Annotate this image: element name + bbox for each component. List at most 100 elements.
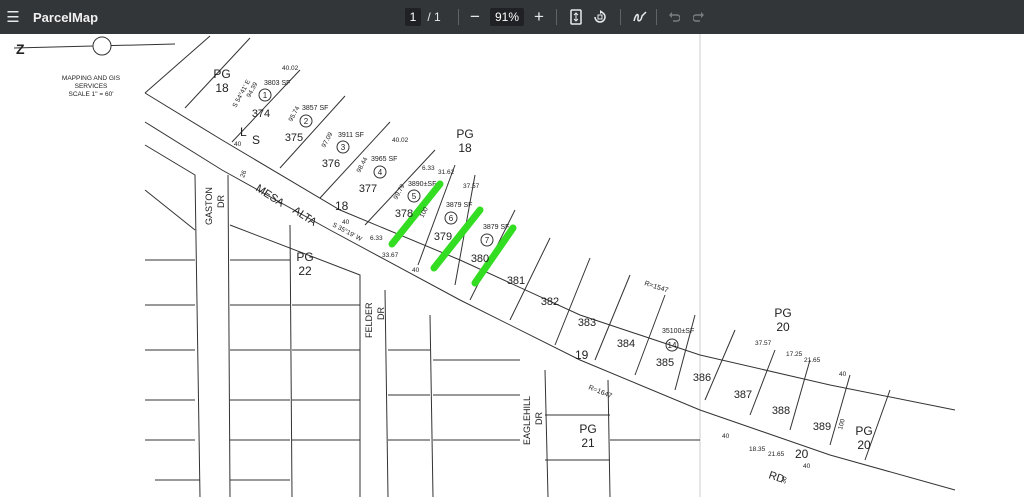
lot-number: 376 <box>322 158 340 170</box>
dimension: 99.79 <box>393 183 407 201</box>
document-viewport[interactable]: MAPPING AND GIS SERVICES SCALE 1" = 60' … <box>0 34 1024 497</box>
street-label: DR <box>534 412 544 425</box>
parcel-number: 14 <box>668 341 677 350</box>
dimension: 31.62 <box>438 169 455 176</box>
hamburger-menu-icon[interactable]: ☰ <box>4 0 22 34</box>
toolbar-divider <box>620 9 621 25</box>
zoom-out-button[interactable]: − <box>468 0 482 34</box>
tract-label: 20 <box>795 447 809 461</box>
dimension: 40 <box>722 433 730 440</box>
lot-number: 384 <box>617 338 635 350</box>
street-label: DR <box>216 195 226 208</box>
lot-number: 387 <box>734 389 752 401</box>
dimension: 21.65 <box>768 451 785 458</box>
dimension: 40 <box>839 371 847 378</box>
page-ref: 18 <box>215 81 229 95</box>
page-total: / 1 <box>424 0 444 34</box>
legend-line: MAPPING AND GIS <box>62 75 121 82</box>
dimension: 17.25 <box>786 351 803 358</box>
dimension: 40 <box>234 141 242 148</box>
lot-number: 374 <box>252 108 270 120</box>
page-separator: / <box>427 10 431 24</box>
parcel-number: 4 <box>378 168 383 177</box>
parcel-number: 6 <box>449 214 454 223</box>
page-ref: 18 <box>458 141 472 155</box>
page-references: PG 18 PG 18 PG 22 PG 20 PG 21 PG 20 <box>213 67 872 452</box>
page-total-count: 1 <box>434 10 441 24</box>
map-legend: MAPPING AND GIS SERVICES SCALE 1" = 60' <box>62 75 121 98</box>
legend-line: SCALE 1" = 60' <box>69 91 114 98</box>
tract-label: S <box>252 133 260 147</box>
dimension: 26 <box>239 169 248 179</box>
dimension: 40 <box>803 463 811 470</box>
lot-number: 378 <box>395 208 413 220</box>
area-label: 3879 SF <box>483 224 509 231</box>
page-ref: 20 <box>776 320 790 334</box>
dimension: 33.67 <box>382 252 399 259</box>
parcel-number: 7 <box>485 236 490 245</box>
highlight-marks <box>388 180 517 287</box>
dimension: 40 <box>342 219 350 226</box>
page-ref: 22 <box>298 264 312 278</box>
tract-label: 18 <box>335 199 349 213</box>
lot-number: 385 <box>656 357 674 369</box>
redo-button[interactable] <box>692 0 706 34</box>
annotate-button[interactable] <box>632 0 648 34</box>
area-label: 3965 SF <box>371 156 397 163</box>
zoom-in-button[interactable]: + <box>532 0 546 34</box>
dimension: 40.02 <box>392 137 409 144</box>
lot-number: 389 <box>813 421 831 433</box>
page-ref: PG <box>213 67 230 81</box>
area-label: 3911 SF <box>338 132 364 139</box>
dimension: 98.44 <box>356 156 370 174</box>
fit-page-button[interactable] <box>568 0 584 34</box>
street-label: DR <box>376 307 386 320</box>
lot-number: 375 <box>285 132 303 144</box>
dimension: 30 <box>780 475 789 484</box>
parcel-number: 5 <box>412 192 417 201</box>
area-label: 3879 SF <box>446 202 472 209</box>
toolbar-divider <box>556 9 557 25</box>
street-label: EAGLEHILL <box>522 396 532 445</box>
lot-number: 386 <box>693 372 711 384</box>
document-title: ParcelMap <box>33 9 99 25</box>
street-label: GASTON <box>204 187 214 225</box>
rotate-button[interactable] <box>592 0 608 34</box>
zoom-level-input[interactable]: 91% <box>490 8 524 26</box>
rotate-icon <box>594 10 606 23</box>
page-ref: 21 <box>581 436 595 450</box>
dimension: 37.57 <box>755 340 772 347</box>
curve-radius: R=1647 <box>587 384 613 400</box>
parcel-number: 3 <box>341 143 346 152</box>
page-ref: PG <box>774 306 791 320</box>
area-label: 3857 SF <box>302 105 328 112</box>
toolbar-divider <box>656 9 657 25</box>
pdf-toolbar: ☰ ParcelMap 1 / 1 − 91% + <box>0 0 1024 34</box>
lot-number: 377 <box>359 183 377 195</box>
undo-button[interactable] <box>667 0 681 34</box>
lot-number: 381 <box>507 275 525 287</box>
parcel-map-page: MAPPING AND GIS SERVICES SCALE 1" = 60' … <box>13 34 956 497</box>
legend-line: SERVICES <box>75 83 108 90</box>
lot-number: 388 <box>772 405 790 417</box>
page-number-input[interactable]: 1 <box>405 8 421 26</box>
dimension: 37.57 <box>463 183 480 190</box>
toolbar-divider <box>458 9 459 25</box>
area-label: 35100±SF <box>662 328 694 335</box>
lot-numbers: 374 375 376 377 378 379 380 381 382 383 … <box>252 108 831 433</box>
tract-label: 19 <box>575 348 589 362</box>
lot-number: 382 <box>541 296 559 308</box>
dimension: 6.33 <box>370 235 383 242</box>
street-label: FELDER <box>364 302 374 338</box>
dimension: 40.02 <box>282 65 299 72</box>
fit-page-icon <box>570 9 582 25</box>
dimension: 18.35 <box>749 446 766 453</box>
parcel-number: 2 <box>304 117 309 126</box>
undo-icon <box>669 12 680 22</box>
lot-number: 383 <box>578 317 596 329</box>
annotate-icon <box>633 11 647 22</box>
street-label: ALTA <box>290 204 319 229</box>
redo-icon <box>693 12 704 22</box>
dimension: 40 <box>412 267 420 274</box>
dimension: 97.09 <box>321 131 335 149</box>
